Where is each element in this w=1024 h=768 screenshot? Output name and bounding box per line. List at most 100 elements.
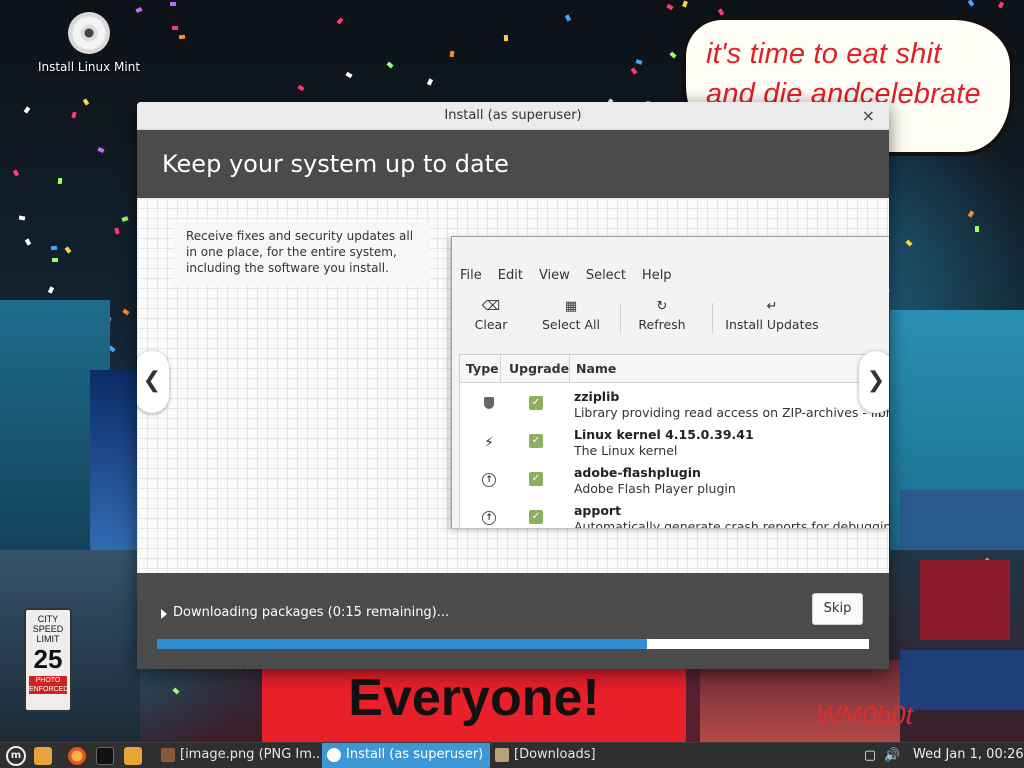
menu-file: File	[460, 268, 482, 283]
checkbox-checked-icon: ✓	[529, 510, 543, 524]
folder-launcher-icon[interactable]	[124, 747, 142, 765]
confetti-piece	[114, 227, 120, 235]
installer-disc-icon	[327, 748, 341, 762]
task-installer[interactable]: Install (as superuser)	[322, 743, 490, 768]
progress-bar-fill	[157, 639, 647, 649]
update-manager-menubar: File Edit View Select Help	[460, 268, 688, 283]
progress-status-text: Downloading packages (0:15 remaining)...	[173, 605, 450, 620]
confetti-piece	[64, 246, 72, 254]
menu-select: Select	[585, 268, 626, 283]
confetti-piece	[47, 286, 55, 294]
confetti-piece	[121, 216, 129, 222]
confetti-piece	[23, 106, 31, 114]
sign-number: 25	[33, 644, 63, 674]
install-icon: ↵	[766, 299, 778, 314]
confetti-piece	[82, 98, 90, 106]
confetti-piece	[997, 1, 1005, 9]
disc-icon	[68, 12, 110, 54]
toolbar-select-all-label: Select All	[541, 317, 601, 332]
column-name: Name	[576, 361, 617, 376]
upgrade-arrow-icon: ↑	[482, 473, 496, 487]
volume-icon[interactable]: 🔊	[884, 748, 900, 764]
confetti-piece	[386, 61, 394, 69]
confetti-piece	[630, 67, 638, 75]
confetti-piece	[178, 34, 186, 40]
security-shield-icon	[484, 397, 494, 409]
kernel-lightning-icon: ⚡	[484, 435, 494, 451]
toolbar-install-updates: ↵ Install Updates	[722, 297, 822, 332]
menu-edit: Edit	[497, 268, 523, 283]
installer-footer: Downloading packages (0:15 remaining)...…	[137, 573, 889, 669]
confetti-piece	[171, 25, 179, 31]
toolbar-separator	[712, 303, 713, 333]
column-divider	[569, 355, 570, 383]
billboard-red	[920, 560, 1010, 640]
confetti-piece	[974, 225, 980, 233]
checkbox-checked-icon: ✓	[529, 472, 543, 486]
confetti-piece	[564, 14, 572, 22]
confetti-piece	[717, 8, 725, 16]
skip-button[interactable]: Skip	[812, 593, 863, 625]
close-icon[interactable]: ×	[862, 106, 875, 125]
clock[interactable]: Wed Jan 1, 00:26	[913, 747, 1024, 762]
billboard-aerofos	[900, 650, 1024, 710]
banner-text: Everyone!	[348, 669, 600, 727]
confetti-piece	[297, 84, 305, 92]
task-label: [Downloads]	[514, 747, 596, 762]
files-launcher-icon[interactable]	[34, 747, 52, 765]
confetti-piece	[905, 239, 913, 247]
confetti-piece	[345, 71, 353, 79]
confetti-piece	[57, 177, 63, 185]
task-image-viewer[interactable]: [image.png (PNG Im...	[156, 743, 320, 768]
speed-limit-sign: CITY SPEED LIMIT 25 PHOTO ENFORCED	[24, 608, 72, 712]
package-name: adobe-flashplugin	[574, 465, 701, 480]
toolbar-install-updates-label: Install Updates	[725, 317, 819, 332]
confetti-piece	[169, 1, 177, 7]
desktop-icon-install-linux-mint[interactable]: Install Linux Mint	[30, 12, 148, 74]
firefox-launcher-icon[interactable]	[68, 747, 86, 765]
toolbar-refresh-label: Refresh	[638, 317, 686, 332]
mint-menu-icon[interactable]: m	[6, 746, 26, 766]
table-row: ↑ ✓ adobe-flashplugin Adobe Flash Player…	[460, 461, 889, 499]
task-downloads[interactable]: [Downloads]	[490, 743, 658, 768]
checkbox-checked-icon: ✓	[529, 434, 543, 448]
notification-icon[interactable]: ▢	[862, 748, 878, 764]
column-type: Type	[466, 361, 499, 376]
speech-line-1: it's time to eat shit	[706, 38, 942, 70]
window-title: Install (as superuser)	[444, 108, 582, 123]
expand-details-icon[interactable]	[161, 609, 167, 619]
next-slide-button[interactable]: ❯	[859, 351, 889, 413]
folder-icon	[495, 748, 509, 762]
confetti-piece	[682, 0, 688, 8]
confetti-piece	[97, 146, 105, 154]
update-manager-toolbar: ⌫ Clear ▦ Select All ↻ Refresh ↵ Install…	[452, 297, 889, 341]
confetti-piece	[50, 245, 58, 251]
confetti-piece	[967, 210, 975, 218]
taskbar: m [image.png (PNG Im... Install (as supe…	[0, 742, 1024, 768]
toolbar-refresh: ↻ Refresh	[632, 297, 692, 332]
task-label: [image.png (PNG Im...	[180, 747, 320, 762]
previous-slide-button[interactable]: ❮	[137, 351, 169, 413]
confetti-piece	[172, 687, 180, 695]
confetti-piece	[12, 169, 20, 177]
window-titlebar[interactable]: Install (as superuser) ×	[137, 102, 889, 130]
refresh-icon: ↻	[656, 299, 668, 314]
terminal-launcher-icon[interactable]	[96, 747, 114, 765]
table-row: ⚡ ✓ Linux kernel 4.15.0.39.41 The Linux …	[460, 423, 889, 461]
sign-footer: PHOTO ENFORCED	[29, 676, 69, 694]
confetti-piece	[449, 50, 455, 58]
column-divider	[500, 355, 501, 383]
confetti-piece	[669, 51, 677, 59]
column-upgrade: Upgrade	[509, 361, 570, 376]
package-name: zziplib	[574, 389, 620, 404]
confetti-piece	[503, 34, 509, 42]
confetti-piece	[51, 257, 59, 263]
confetti-piece	[967, 0, 975, 7]
slide-content: Receive fixes and security updates all i…	[137, 198, 889, 573]
package-description: Automatically generate crash reports for…	[574, 519, 889, 528]
confetti-piece	[666, 3, 674, 11]
confetti-piece	[71, 111, 77, 119]
confetti-piece	[122, 308, 130, 316]
package-description: The Linux kernel	[574, 443, 678, 458]
confetti-piece	[635, 59, 643, 65]
